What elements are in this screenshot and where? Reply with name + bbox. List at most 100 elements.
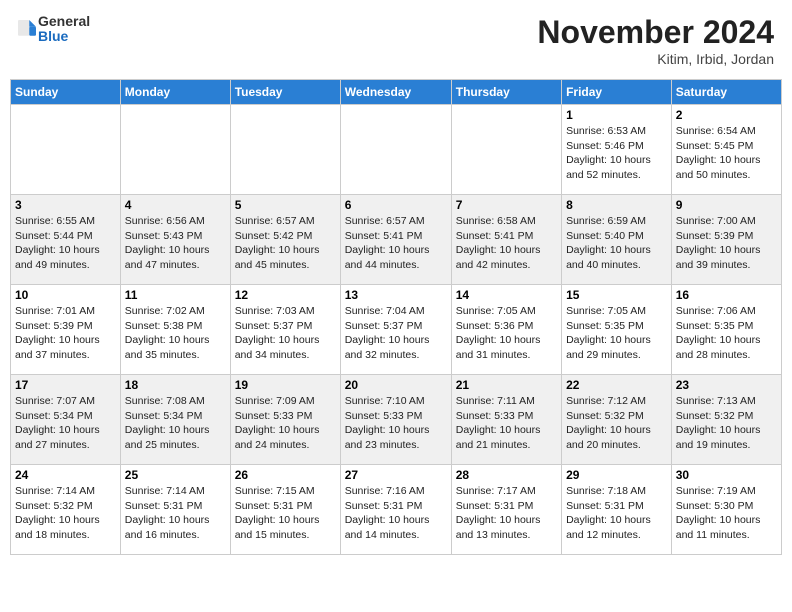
day-info: Sunrise: 7:00 AMSunset: 5:39 PMDaylight:… bbox=[676, 214, 777, 273]
day-number: 27 bbox=[345, 468, 447, 482]
day-info: Sunrise: 7:08 AMSunset: 5:34 PMDaylight:… bbox=[125, 394, 226, 453]
day-cell: 19 Sunrise: 7:09 AMSunset: 5:33 PMDayligh… bbox=[230, 375, 340, 465]
day-info: Sunrise: 7:06 AMSunset: 5:35 PMDaylight:… bbox=[676, 304, 777, 363]
day-number: 6 bbox=[345, 198, 447, 212]
day-number: 30 bbox=[676, 468, 777, 482]
day-cell bbox=[230, 105, 340, 195]
day-cell: 4Sunrise: 6:56 AMSunset: 5:43 PMDaylight… bbox=[120, 195, 230, 285]
day-info: Sunrise: 7:01 AMSunset: 5:39 PMDaylight:… bbox=[15, 304, 116, 363]
page-header: General Blue November 2024 Kitim, Irbid,… bbox=[10, 10, 782, 71]
day-cell: 18 Sunrise: 7:08 AMSunset: 5:34 PMDayligh… bbox=[120, 375, 230, 465]
day-cell: 14 Sunrise: 7:05 AMSunset: 5:36 PMDayligh… bbox=[451, 285, 561, 375]
day-cell: 30 Sunrise: 7:19 AMSunset: 5:30 PMDayligh… bbox=[671, 465, 781, 555]
day-number: 26 bbox=[235, 468, 336, 482]
day-info: Sunrise: 7:14 AMSunset: 5:31 PMDaylight:… bbox=[125, 484, 226, 543]
weekday-header-row: SundayMondayTuesdayWednesdayThursdayFrid… bbox=[11, 80, 782, 105]
day-cell: 2 Sunrise: 6:54 AMSunset: 5:45 PMDaylight… bbox=[671, 105, 781, 195]
day-cell: 6 Sunrise: 6:57 AMSunset: 5:41 PMDaylight… bbox=[340, 195, 451, 285]
logo-blue-text: Blue bbox=[38, 29, 90, 44]
day-info: Sunrise: 7:15 AMSunset: 5:31 PMDaylight:… bbox=[235, 484, 336, 543]
day-info: Sunrise: 7:03 AMSunset: 5:37 PMDaylight:… bbox=[235, 304, 336, 363]
weekday-header-wednesday: Wednesday bbox=[340, 80, 451, 105]
day-info: Sunrise: 7:10 AMSunset: 5:33 PMDaylight:… bbox=[345, 394, 447, 453]
day-cell: 28Sunrise: 7:17 AMSunset: 5:31 PMDayligh… bbox=[451, 465, 561, 555]
day-number: 20 bbox=[345, 378, 447, 392]
day-number: 15 bbox=[566, 288, 667, 302]
day-info: Sunrise: 7:12 AMSunset: 5:32 PMDaylight:… bbox=[566, 394, 667, 453]
weekday-header-saturday: Saturday bbox=[671, 80, 781, 105]
weekday-header-sunday: Sunday bbox=[11, 80, 121, 105]
day-number: 29 bbox=[566, 468, 667, 482]
month-title: November 2024 bbox=[537, 14, 774, 51]
day-cell: 27 Sunrise: 7:16 AMSunset: 5:31 PMDayligh… bbox=[340, 465, 451, 555]
day-number: 28 bbox=[456, 468, 557, 482]
day-number: 24 bbox=[15, 468, 116, 482]
day-info: Sunrise: 6:54 AMSunset: 5:45 PMDaylight:… bbox=[676, 124, 777, 183]
day-info: Sunrise: 7:05 AMSunset: 5:35 PMDaylight:… bbox=[566, 304, 667, 363]
week-row-5: 24 Sunrise: 7:14 AMSunset: 5:32 PMDayligh… bbox=[11, 465, 782, 555]
weekday-header-tuesday: Tuesday bbox=[230, 80, 340, 105]
day-info: Sunrise: 6:59 AMSunset: 5:40 PMDaylight:… bbox=[566, 214, 667, 273]
day-cell: 15 Sunrise: 7:05 AMSunset: 5:35 PMDayligh… bbox=[562, 285, 672, 375]
day-number: 1 bbox=[566, 108, 667, 122]
location-text: Kitim, Irbid, Jordan bbox=[537, 51, 774, 67]
day-info: Sunrise: 6:53 AMSunset: 5:46 PMDaylight:… bbox=[566, 124, 667, 183]
day-number: 16 bbox=[676, 288, 777, 302]
day-number: 19 bbox=[235, 378, 336, 392]
weekday-header-friday: Friday bbox=[562, 80, 672, 105]
day-number: 22 bbox=[566, 378, 667, 392]
day-cell bbox=[340, 105, 451, 195]
day-number: 14 bbox=[456, 288, 557, 302]
day-number: 18 bbox=[125, 378, 226, 392]
day-cell: 8 Sunrise: 6:59 AMSunset: 5:40 PMDaylight… bbox=[562, 195, 672, 285]
day-cell: 24 Sunrise: 7:14 AMSunset: 5:32 PMDayligh… bbox=[11, 465, 121, 555]
day-info: Sunrise: 7:09 AMSunset: 5:33 PMDaylight:… bbox=[235, 394, 336, 453]
day-cell bbox=[11, 105, 121, 195]
day-info: Sunrise: 7:18 AMSunset: 5:31 PMDaylight:… bbox=[566, 484, 667, 543]
logo-text: General Blue bbox=[38, 14, 90, 45]
logo-icon bbox=[18, 18, 36, 40]
day-info: Sunrise: 7:02 AMSunset: 5:38 PMDaylight:… bbox=[125, 304, 226, 363]
day-number: 4 bbox=[125, 198, 226, 212]
day-cell: 26 Sunrise: 7:15 AMSunset: 5:31 PMDayligh… bbox=[230, 465, 340, 555]
day-number: 17 bbox=[15, 378, 116, 392]
day-info: Sunrise: 6:58 AMSunset: 5:41 PMDaylight:… bbox=[456, 214, 557, 273]
day-info: Sunrise: 7:05 AMSunset: 5:36 PMDaylight:… bbox=[456, 304, 557, 363]
day-cell: 13Sunrise: 7:04 AMSunset: 5:37 PMDayligh… bbox=[340, 285, 451, 375]
day-cell: 17 Sunrise: 7:07 AMSunset: 5:34 PMDayligh… bbox=[11, 375, 121, 465]
day-info: Sunrise: 7:16 AMSunset: 5:31 PMDaylight:… bbox=[345, 484, 447, 543]
day-number: 25 bbox=[125, 468, 226, 482]
day-number: 23 bbox=[676, 378, 777, 392]
day-info: Sunrise: 7:14 AMSunset: 5:32 PMDaylight:… bbox=[15, 484, 116, 543]
day-info: Sunrise: 7:19 AMSunset: 5:30 PMDaylight:… bbox=[676, 484, 777, 543]
logo-general-text: General bbox=[38, 14, 90, 29]
day-cell: 10 Sunrise: 7:01 AMSunset: 5:39 PMDayligh… bbox=[11, 285, 121, 375]
week-row-1: 1 Sunrise: 6:53 AMSunset: 5:46 PMDaylight… bbox=[11, 105, 782, 195]
title-block: November 2024 Kitim, Irbid, Jordan bbox=[537, 14, 774, 67]
day-number: 12 bbox=[235, 288, 336, 302]
day-number: 8 bbox=[566, 198, 667, 212]
day-number: 2 bbox=[676, 108, 777, 122]
day-info: Sunrise: 7:11 AMSunset: 5:33 PMDaylight:… bbox=[456, 394, 557, 453]
day-cell: 7 Sunrise: 6:58 AMSunset: 5:41 PMDaylight… bbox=[451, 195, 561, 285]
day-cell bbox=[120, 105, 230, 195]
day-cell: 9 Sunrise: 7:00 AMSunset: 5:39 PMDaylight… bbox=[671, 195, 781, 285]
weekday-header-thursday: Thursday bbox=[451, 80, 561, 105]
day-info: Sunrise: 6:57 AMSunset: 5:41 PMDaylight:… bbox=[345, 214, 447, 273]
day-number: 21 bbox=[456, 378, 557, 392]
day-cell: 25 Sunrise: 7:14 AMSunset: 5:31 PMDayligh… bbox=[120, 465, 230, 555]
day-cell: 20 Sunrise: 7:10 AMSunset: 5:33 PMDayligh… bbox=[340, 375, 451, 465]
logo: General Blue bbox=[18, 14, 90, 45]
day-number: 9 bbox=[676, 198, 777, 212]
week-row-4: 17 Sunrise: 7:07 AMSunset: 5:34 PMDayligh… bbox=[11, 375, 782, 465]
day-cell: 23Sunrise: 7:13 AMSunset: 5:32 PMDayligh… bbox=[671, 375, 781, 465]
day-info: Sunrise: 6:55 AMSunset: 5:44 PMDaylight:… bbox=[15, 214, 116, 273]
day-cell: 16 Sunrise: 7:06 AMSunset: 5:35 PMDayligh… bbox=[671, 285, 781, 375]
day-cell: 11 Sunrise: 7:02 AMSunset: 5:38 PMDayligh… bbox=[120, 285, 230, 375]
day-cell bbox=[451, 105, 561, 195]
day-number: 7 bbox=[456, 198, 557, 212]
day-info: Sunrise: 7:07 AMSunset: 5:34 PMDaylight:… bbox=[15, 394, 116, 453]
calendar-table: SundayMondayTuesdayWednesdayThursdayFrid… bbox=[10, 79, 782, 555]
day-number: 10 bbox=[15, 288, 116, 302]
day-number: 11 bbox=[125, 288, 226, 302]
